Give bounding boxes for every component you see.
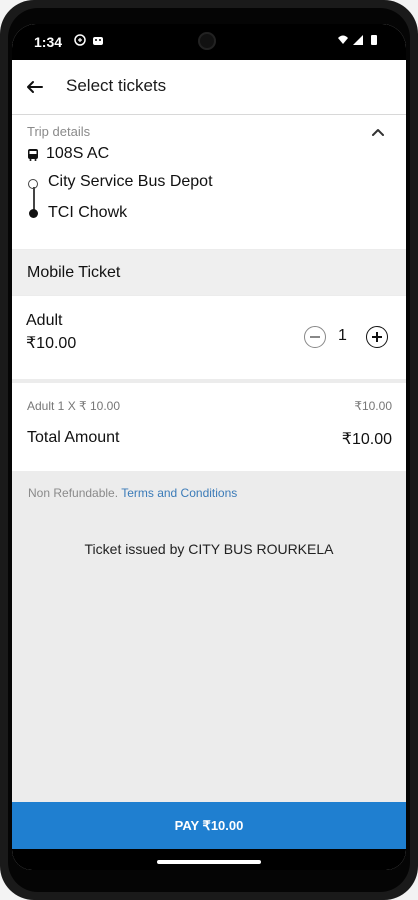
home-handle[interactable] <box>157 860 261 864</box>
status-time: 1:34 <box>34 34 63 50</box>
refund-terms: Non Refundable. Terms and Conditions <box>28 486 237 500</box>
vpn-icon <box>74 34 86 46</box>
summary-line-label: Adult 1 X ₹ 10.00 <box>27 399 121 413</box>
wifi-icon <box>338 35 348 44</box>
destination-stop: TCI Chowk <box>48 204 128 221</box>
signal-icon <box>353 35 363 45</box>
gesture-navbar <box>12 849 406 870</box>
total-amount-label: Total Amount <box>27 429 120 446</box>
phone-screen: 1:34 Select tickets Trip details 108S AC… <box>12 24 406 870</box>
fare-type: Adult <box>26 312 63 329</box>
ticket-issuer: Ticket issued by CITY BUS ROURKELA <box>84 541 334 557</box>
trip-details-label: Trip details <box>27 124 91 139</box>
decrease-quantity-button[interactable] <box>304 326 326 348</box>
status-bar: 1:34 <box>12 24 406 60</box>
increase-quantity-button[interactable] <box>366 326 388 348</box>
bus-icon <box>28 149 38 161</box>
ticket-type-header: Mobile Ticket <box>12 250 406 295</box>
terms-link[interactable]: Terms and Conditions <box>121 486 237 500</box>
refund-text: Non Refundable. <box>28 486 119 500</box>
origin-stop: City Service Bus Depot <box>48 173 213 190</box>
ticket-type-label: Mobile Ticket <box>27 264 121 281</box>
app-bar: Select tickets <box>12 60 406 115</box>
page-title: Select tickets <box>66 76 167 95</box>
back-arrow-icon[interactable] <box>22 74 48 100</box>
fare-price: ₹10.00 <box>26 335 77 352</box>
route-number: 108S AC <box>46 145 110 162</box>
price-summary: Adult 1 X ₹ 10.00 ₹10.00 Total Amount ₹1… <box>12 383 406 471</box>
camera-cutout <box>198 32 216 50</box>
summary-line-value: ₹10.00 <box>354 399 392 413</box>
destination-stop-dot <box>29 209 38 218</box>
android-icon <box>93 37 103 45</box>
battery-icon <box>371 35 377 45</box>
pay-button[interactable]: PAY ₹10.00 <box>12 802 406 849</box>
quantity-value: 1 <box>338 327 347 344</box>
total-amount-value: ₹10.00 <box>341 431 392 448</box>
chevron-up-icon[interactable] <box>367 122 389 144</box>
trip-details-card: Trip details 108S AC City Service Bus De… <box>12 115 406 249</box>
fare-row: Adult ₹10.00 1 <box>12 296 406 379</box>
